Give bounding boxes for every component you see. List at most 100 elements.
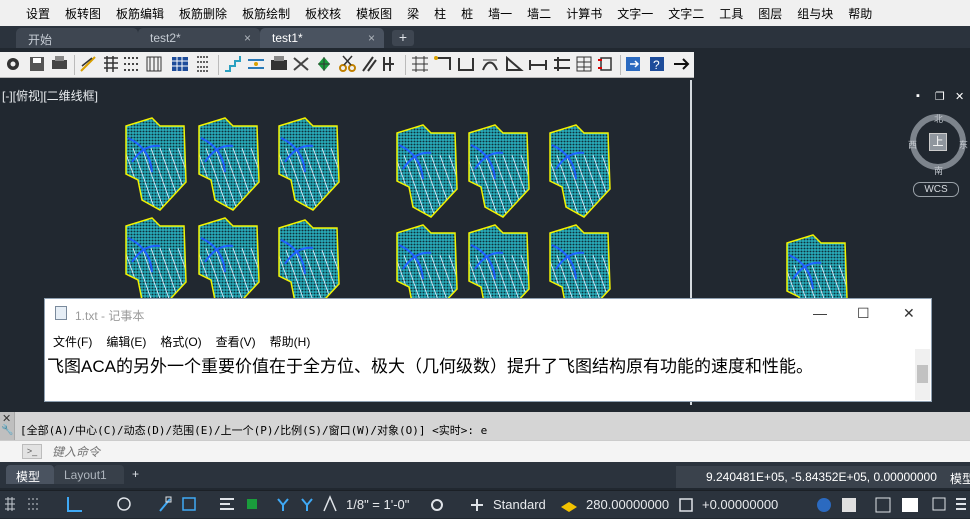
settings-gear-icon[interactable] xyxy=(431,499,443,511)
menu-item[interactable]: 组与块 xyxy=(797,5,833,22)
menu-item[interactable]: 模板图 xyxy=(356,5,392,22)
add-tab-button[interactable]: + xyxy=(392,30,414,46)
menu-item[interactable]: 板筋删除 xyxy=(179,5,227,22)
wcs-menu[interactable]: WCS xyxy=(913,182,959,197)
scrollbar-thumb[interactable] xyxy=(917,365,928,383)
scissors-icon[interactable] xyxy=(339,55,356,72)
command-input[interactable] xyxy=(52,443,652,460)
export-icon[interactable] xyxy=(626,57,640,71)
transparency-icon[interactable] xyxy=(247,499,257,509)
menu-item[interactable]: 帮助 xyxy=(848,5,872,22)
star-icon[interactable] xyxy=(318,57,330,71)
elevation-value[interactable]: +0.00000000 xyxy=(702,497,778,512)
arc-icon[interactable] xyxy=(482,59,498,71)
menu-item[interactable]: 墙一 xyxy=(488,5,512,22)
grid-icon[interactable] xyxy=(412,56,428,72)
notepad-title-bar[interactable]: 1.txt - 记事本 xyxy=(55,307,144,324)
beam-icon[interactable] xyxy=(434,56,451,70)
menu-icon[interactable] xyxy=(956,498,966,510)
menu-item[interactable]: 计算书 xyxy=(566,5,602,22)
viewport-label[interactable]: [-][俯视][二维线框] xyxy=(2,87,98,104)
annotation-scale[interactable]: 1/8" = 1'-0" xyxy=(346,497,409,512)
layer-icon[interactable] xyxy=(561,502,577,512)
menu-item[interactable]: 工具 xyxy=(719,5,743,22)
print-icon[interactable] xyxy=(52,56,67,69)
notepad-menu-edit[interactable]: 编辑(E) xyxy=(106,333,146,350)
notepad-menu-help[interactable]: 帮助(H) xyxy=(270,333,311,350)
triangle-icon[interactable] xyxy=(506,55,524,71)
tab-test1[interactable]: test1* × xyxy=(260,28,384,48)
minimize-icon[interactable]: ▪ xyxy=(916,90,920,102)
menu-item[interactable]: 图层 xyxy=(758,5,782,22)
isolate-icon[interactable] xyxy=(842,498,856,512)
menu-item[interactable]: 文字一 xyxy=(617,5,653,22)
line-icon[interactable] xyxy=(80,56,96,72)
restore-icon[interactable]: ❐ xyxy=(935,90,945,103)
tool-icon[interactable] xyxy=(383,57,394,71)
menu-item[interactable]: 板校核 xyxy=(305,5,341,22)
annotation-icon[interactable] xyxy=(277,498,289,511)
notepad-menu-file[interactable]: 文件(F) xyxy=(53,333,92,350)
close-icon[interactable]: ✕ xyxy=(903,305,915,322)
close-icon[interactable]: × xyxy=(368,31,375,45)
cube-icon[interactable] xyxy=(679,498,693,512)
otrack-icon[interactable] xyxy=(182,497,196,511)
mesh-icon[interactable] xyxy=(172,57,188,71)
customize-icon[interactable] xyxy=(932,497,946,511)
ortho-icon[interactable] xyxy=(67,497,82,512)
notepad-menu-view[interactable]: 查看(V) xyxy=(216,333,256,350)
rebar-grid-icon[interactable] xyxy=(104,56,118,72)
lineweight-value[interactable]: 280.00000000 xyxy=(586,497,669,512)
lineweight-icon[interactable] xyxy=(220,498,234,510)
viewcube-face[interactable]: 上 xyxy=(929,133,947,151)
text-style-select[interactable]: Standard xyxy=(493,497,546,512)
printer-icon[interactable] xyxy=(271,56,287,70)
menu-item[interactable]: 板筋绘制 xyxy=(242,5,290,22)
add-layout-button[interactable]: + xyxy=(126,465,148,484)
menu-item[interactable]: 设置 xyxy=(26,5,50,22)
tab-model[interactable]: 模型 xyxy=(6,465,54,484)
menu-item[interactable]: 文字二 xyxy=(668,5,704,22)
measure-icon[interactable] xyxy=(529,60,547,70)
tab-test2[interactable]: test2* × xyxy=(138,28,260,48)
dimension-icon[interactable] xyxy=(248,59,264,69)
coordinate-readout[interactable]: 9.240481E+05, -5.84352E+05, 0.00000000 模… xyxy=(676,466,970,488)
menu-item[interactable]: 墙二 xyxy=(527,5,551,22)
close-icon[interactable]: ✕ xyxy=(2,412,11,425)
menu-item[interactable]: 板筋编辑 xyxy=(116,5,164,22)
notepad-text-area[interactable]: 飞图ACA的另外一个重要价值在于全方位、极大（几何级数）提升了飞图结构原有功能的… xyxy=(47,351,915,399)
grid-display-icon[interactable] xyxy=(5,497,15,511)
plus-icon[interactable] xyxy=(471,499,483,511)
command-side-handle[interactable]: ✕ 🔧 xyxy=(0,412,15,440)
polar-icon[interactable] xyxy=(117,497,131,511)
table-icon[interactable] xyxy=(576,56,592,72)
menu-item[interactable]: 桩 xyxy=(461,5,473,22)
help-icon[interactable]: ? xyxy=(650,57,664,72)
notepad-scrollbar[interactable] xyxy=(915,349,930,400)
tab-start[interactable]: 开始 xyxy=(16,28,138,48)
column-icon[interactable] xyxy=(197,56,209,72)
arrow-right-icon[interactable] xyxy=(674,58,690,70)
notepad-menu-format[interactable]: 格式(O) xyxy=(160,333,201,350)
rebar-edit-icon[interactable] xyxy=(598,57,612,71)
cut-icon[interactable] xyxy=(293,57,309,71)
menu-item[interactable]: 梁 xyxy=(407,5,419,22)
close-icon[interactable]: ✕ xyxy=(955,90,964,103)
minimize-icon[interactable]: — xyxy=(813,305,827,321)
command-prompt-icon[interactable]: >_ xyxy=(22,444,42,459)
hatch-icon[interactable] xyxy=(146,56,162,72)
pencil-icon[interactable] xyxy=(362,56,377,72)
gear-icon[interactable] xyxy=(7,58,19,70)
color-icon[interactable] xyxy=(817,498,831,512)
osnap-icon[interactable] xyxy=(159,496,172,512)
save-icon[interactable] xyxy=(30,57,44,71)
close-icon[interactable]: × xyxy=(244,31,251,45)
wrench-icon[interactable]: 🔧 xyxy=(1,425,13,436)
fullscreen-icon[interactable] xyxy=(902,498,918,512)
bracket-icon[interactable] xyxy=(458,58,474,71)
maximize-icon[interactable]: ☐ xyxy=(857,305,870,322)
dots-grid-icon[interactable] xyxy=(124,57,140,71)
model-space-label[interactable]: 模型 xyxy=(950,470,970,487)
stairs-icon[interactable] xyxy=(225,56,241,72)
tab-layout1[interactable]: Layout1 xyxy=(54,465,124,484)
